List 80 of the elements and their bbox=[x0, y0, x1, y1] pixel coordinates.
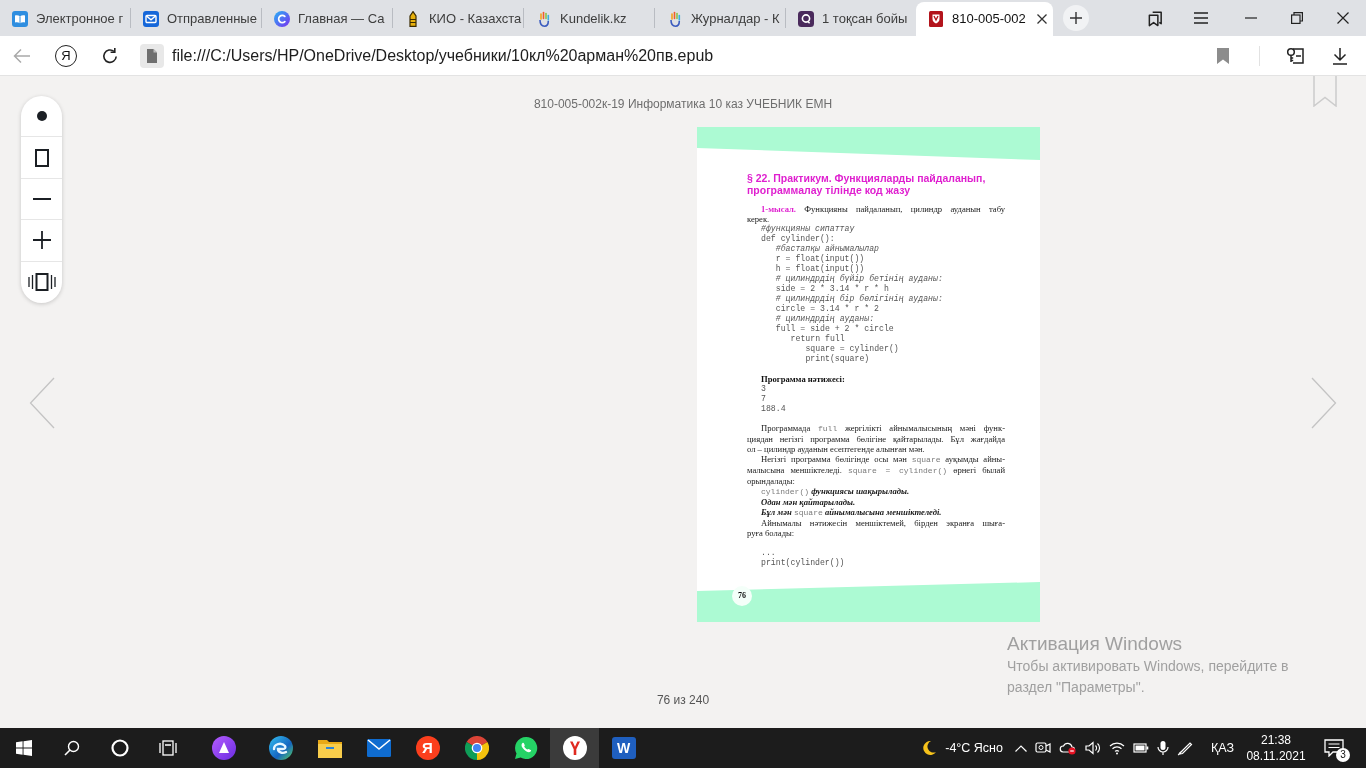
swirl-icon bbox=[268, 736, 293, 760]
code-listing: #функцияны сипаттау def cylinder(): #бастапқы айнымалылар r = float(input()) h = float(input()) # цилиндрдің бүйір бетінің ауданы: side = 2 * 3.14 * r * h # цилиндрдің бір бөлігінің ауданы: circle = 3.14 * r * 2 # цилиндрдің ауданы: full = side + 2 * circle return full square = cylinder() print(square) bbox=[761, 224, 944, 364]
language-indicator[interactable]: ҚАЗ bbox=[1210, 738, 1234, 758]
envelope-icon bbox=[366, 739, 391, 757]
microphone-icon[interactable] bbox=[1156, 740, 1169, 756]
exercise-text: 1-мысал. Функцияны пайдаланып, цилиндр ауданын табу керек. bbox=[747, 204, 1005, 224]
download-icon[interactable] bbox=[1332, 46, 1348, 65]
disc-logo-icon bbox=[562, 736, 587, 760]
hand-icon bbox=[667, 11, 683, 27]
moon-icon bbox=[921, 740, 938, 756]
activation-title: Активация Windows bbox=[1007, 632, 1184, 656]
activation-text: Чтобы активировать Windows, перейдите в раздел "Параметры". bbox=[1007, 657, 1290, 697]
browser-tab[interactable]: 1 тоқсан бойы bbox=[786, 2, 916, 36]
speaker-icon[interactable] bbox=[1084, 740, 1101, 756]
browser-tab[interactable]: 810-005-002 bbox=[916, 2, 1053, 36]
code-listing: ... print(cylinder()) bbox=[760, 548, 846, 568]
fit-page-icon[interactable] bbox=[27, 273, 56, 292]
paragraph: Бұл мән square айнымалысына меншіктеледі. bbox=[760, 507, 943, 518]
battery-icon[interactable] bbox=[1132, 742, 1149, 754]
page-icon[interactable] bbox=[34, 148, 49, 167]
new-tab-button[interactable] bbox=[1063, 5, 1089, 31]
wifi-icon[interactable] bbox=[1108, 741, 1125, 755]
cloud-icon[interactable] bbox=[1058, 741, 1077, 755]
paragraph: Негізгі программа бөлігінде осы мән square ауқымды айны- малысына меншіктеледі. square = cylinder() өрнегі былай орындалады: bbox=[747, 454, 1005, 486]
menu-icon[interactable] bbox=[1194, 12, 1208, 24]
shield-book-icon bbox=[928, 11, 944, 27]
bookmark-icon[interactable] bbox=[1217, 47, 1229, 64]
folder-icon bbox=[317, 738, 342, 758]
browser-tab[interactable]: Kundelik.kz bbox=[524, 2, 654, 36]
paragraph: Айнымалы нәтижесін меншіктемей, бірден экранға шыға- руға болады: bbox=[747, 518, 1005, 538]
chevron-up-icon[interactable] bbox=[1014, 744, 1027, 752]
camera-icon[interactable] bbox=[1034, 740, 1051, 756]
hand-icon bbox=[536, 11, 552, 27]
close-icon[interactable] bbox=[1337, 12, 1349, 24]
search-icon[interactable] bbox=[64, 740, 80, 756]
paragraph: cylinder() функциясы шақырылады. bbox=[760, 486, 911, 497]
taskbar-app-button[interactable]: W bbox=[599, 728, 648, 768]
four-panes-icon[interactable] bbox=[16, 740, 32, 756]
weather-label[interactable]: -4°C Ясно bbox=[945, 738, 1003, 758]
book-icon bbox=[12, 11, 28, 27]
triangle-disc-icon bbox=[211, 736, 236, 760]
phone-bubble-icon bbox=[513, 736, 538, 760]
ring-tile-icon bbox=[798, 11, 814, 27]
taskbar-app-button[interactable]: Я bbox=[403, 728, 452, 768]
close-icon[interactable] bbox=[1037, 14, 1047, 24]
paragraph: Программада full жергілікті айнымалысының мәні функ- циядан негізгі программа бөлігіне қайтарылады. Бұл жағдайда ол – цилиндр ауданын есептегенде алынған мән. bbox=[747, 423, 1005, 454]
program-output: 3 7 188.4 bbox=[760, 384, 787, 414]
restore-icon[interactable] bbox=[1291, 12, 1303, 24]
browser-tab[interactable]: КИО - Казахста bbox=[393, 2, 523, 36]
reload-icon[interactable] bbox=[101, 46, 119, 65]
page-counter: 76 из 240 bbox=[656, 692, 710, 708]
taskbar-app-button[interactable] bbox=[550, 728, 599, 768]
browser-tab[interactable]: Журналдар - К bbox=[655, 2, 785, 36]
plus-icon[interactable] bbox=[32, 231, 51, 250]
notification-count: 3 bbox=[1336, 748, 1350, 762]
paragraph: Одан мән қайтарылады. bbox=[760, 497, 857, 507]
pen-icon[interactable] bbox=[1176, 740, 1193, 756]
stacked-pages-icon[interactable] bbox=[1146, 9, 1164, 27]
plus-icon bbox=[1070, 12, 1082, 24]
page-number: 76 bbox=[732, 586, 752, 606]
segmented-circle-icon bbox=[464, 736, 489, 760]
browser-tab[interactable]: Электронное г bbox=[0, 2, 130, 36]
ring-icon[interactable] bbox=[111, 739, 129, 757]
notification-icon[interactable] bbox=[1324, 739, 1344, 757]
subheading: Программа нәтижесі: bbox=[760, 374, 846, 384]
clock-date[interactable]: 08.11.2021 bbox=[1244, 748, 1308, 764]
clock-time[interactable]: 21:38 bbox=[1244, 732, 1308, 748]
browser-tab[interactable]: Отправленные bbox=[131, 2, 261, 36]
section-heading: § 22. Практикум. Функцияларды пайдаланып, программалау тілінде код жазу bbox=[747, 172, 987, 196]
book-title: 810-005-002к-19 Информатика 10 каз УЧЕБНИК ЕМН bbox=[533, 96, 833, 112]
key-card-icon[interactable] bbox=[1286, 46, 1306, 65]
envelope-icon bbox=[143, 11, 159, 27]
minus-icon[interactable] bbox=[32, 197, 51, 200]
task-view-icon[interactable] bbox=[159, 740, 177, 756]
home-page-button[interactable]: Я bbox=[55, 44, 77, 67]
dot-icon[interactable] bbox=[36, 111, 47, 122]
address-url[interactable]: file:///C:/Users/HP/OneDrive/Desktop/учебники/10кл%20арман%20пв.epub bbox=[172, 43, 714, 68]
browser-tab[interactable]: Главная — Са bbox=[262, 2, 392, 36]
disc-logo-icon bbox=[274, 11, 290, 27]
file-icon bbox=[140, 43, 164, 68]
